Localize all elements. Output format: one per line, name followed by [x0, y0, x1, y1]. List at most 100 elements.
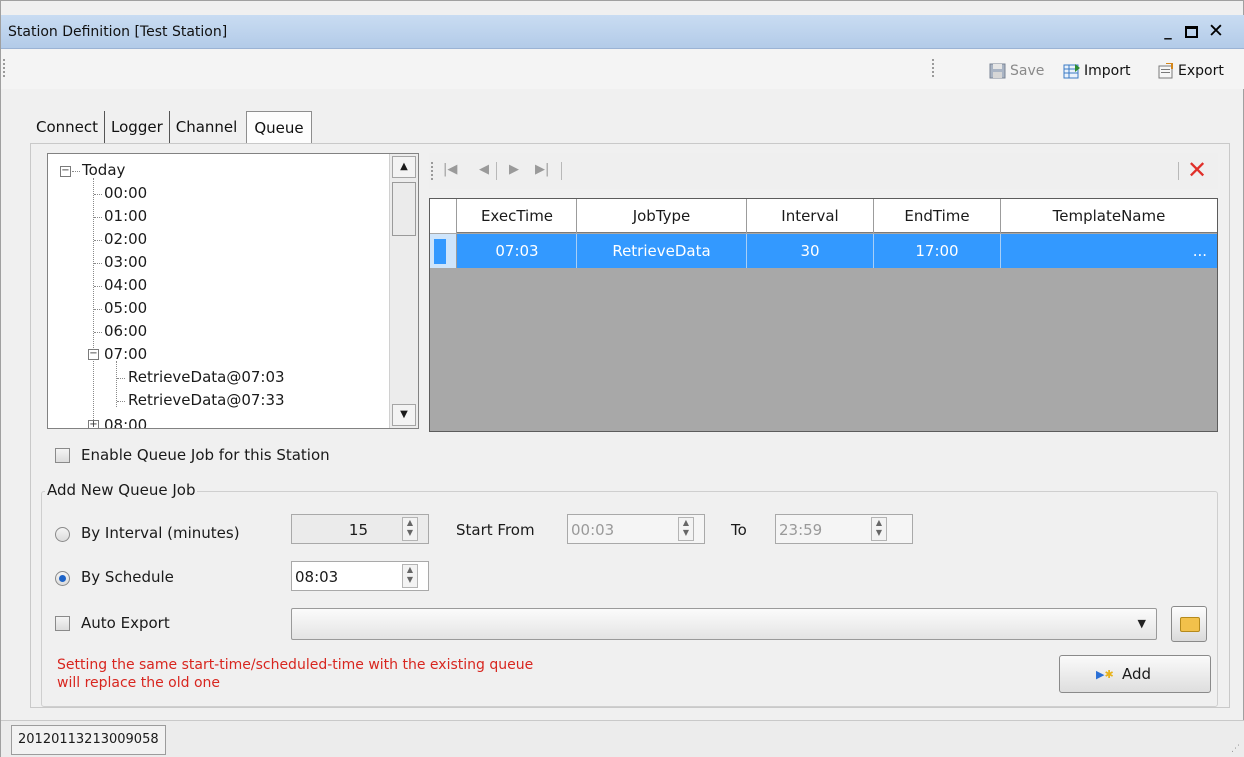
navigator-grip-icon[interactable]: [431, 162, 434, 180]
folder-icon: [1180, 617, 1200, 632]
collapse-icon[interactable]: −: [60, 166, 71, 177]
tab-strip: Connect Logger Channel Queue: [30, 111, 312, 144]
cell-interval[interactable]: 30: [747, 234, 874, 268]
tree-job-item[interactable]: RetrieveData@07:03: [128, 366, 285, 389]
to-time-stepper[interactable]: 23:59 ▲ ▼: [775, 514, 913, 544]
cell-exectime[interactable]: 07:03: [458, 234, 577, 268]
cell-endtime[interactable]: 17:00: [874, 234, 1001, 268]
add-label: Add: [1122, 665, 1152, 683]
import-icon: [1063, 63, 1080, 79]
tab-logger[interactable]: Logger: [105, 111, 170, 143]
cell-templatename-ellipsis-button[interactable]: ...: [1001, 234, 1217, 268]
import-button[interactable]: Import: [1063, 63, 1130, 79]
interval-minutes-value: 15: [348, 521, 368, 539]
collapse-icon[interactable]: −: [88, 349, 99, 360]
toolbar-grip-icon[interactable]: [3, 59, 6, 77]
tree-connector: [117, 378, 125, 379]
scroll-down-icon[interactable]: ▼: [392, 404, 416, 426]
add-button[interactable]: ▶✱ Add: [1059, 655, 1211, 693]
station-definition-window: Station Definition [Test Station] _ ✕ Sa…: [0, 0, 1244, 757]
enable-queue-checkbox[interactable]: [55, 448, 70, 463]
export-label: Export: [1178, 63, 1224, 79]
import-label: Import: [1084, 63, 1131, 79]
tree-hour-item[interactable]: 08:00: [104, 414, 147, 428]
toolbar-grip-icon[interactable]: [932, 59, 935, 77]
scroll-up-icon[interactable]: ▲: [392, 156, 416, 178]
tree-connector: [94, 194, 102, 195]
minimize-button[interactable]: _: [1158, 22, 1178, 42]
tab-queue[interactable]: Queue: [246, 111, 312, 144]
save-label: Save: [1010, 63, 1045, 79]
auto-export-template-select[interactable]: ▼: [291, 608, 1157, 640]
spin-updown-icon[interactable]: ▲ ▼: [871, 517, 887, 541]
tree-connector: [94, 240, 102, 241]
auto-export-checkbox[interactable]: [55, 616, 70, 631]
column-header-templatename[interactable]: TemplateName: [1001, 199, 1217, 233]
maximize-button[interactable]: [1181, 22, 1201, 42]
enable-queue-label: Enable Queue Job for this Station: [81, 446, 330, 464]
save-button[interactable]: Save: [989, 63, 1044, 79]
start-from-label: Start From: [456, 521, 535, 539]
tree-vertical-scrollbar[interactable]: ▲ ▼: [389, 154, 418, 428]
schedule-time-stepper[interactable]: 08:03 ▲ ▼: [291, 561, 429, 591]
window-title: Station Definition [Test Station]: [8, 24, 228, 40]
record-navigator: |◀ ◀ ▶ ▶| ✕: [429, 153, 1218, 189]
tree-hour-item[interactable]: 06:00: [104, 320, 147, 343]
by-interval-radio[interactable]: [55, 527, 70, 542]
title-bar[interactable]: Station Definition [Test Station] _ ✕: [1, 15, 1244, 49]
by-schedule-radio[interactable]: [55, 571, 70, 586]
table-row[interactable]: 07:03 RetrieveData 30 17:00 ...: [430, 234, 1217, 268]
tree-hour-item[interactable]: 04:00: [104, 274, 147, 297]
tree-connector: [94, 286, 102, 287]
expand-icon[interactable]: +: [88, 420, 99, 428]
auto-export-label: Auto Export: [81, 614, 170, 632]
column-header-interval[interactable]: Interval: [747, 199, 874, 233]
spin-updown-icon[interactable]: ▲ ▼: [402, 517, 418, 541]
header-indicator: [430, 199, 457, 233]
scroll-thumb[interactable]: [392, 182, 416, 236]
maximize-icon: [1184, 26, 1198, 38]
interval-minutes-stepper[interactable]: 15 ▲ ▼: [291, 514, 429, 544]
close-button[interactable]: ✕: [1206, 22, 1226, 42]
tree-root-today[interactable]: Today: [82, 159, 125, 182]
tree-hour-item[interactable]: 00:00: [104, 182, 147, 205]
to-label: To: [731, 521, 747, 539]
queue-grid[interactable]: ExecTime JobType Interval EndTime Templa…: [429, 198, 1218, 432]
column-header-jobtype[interactable]: JobType: [577, 199, 747, 233]
tree-connector: [72, 171, 80, 172]
toolbar: Save Import Export: [1, 49, 1244, 89]
column-header-endtime[interactable]: EndTime: [874, 199, 1001, 233]
tree-job-item[interactable]: RetrieveData@07:33: [128, 389, 285, 412]
add-queue-job-title: Add New Queue Job: [45, 481, 198, 499]
tab-channel[interactable]: Channel: [170, 111, 244, 143]
tree-hour-item[interactable]: 03:00: [104, 251, 147, 274]
tree-hour-item[interactable]: 01:00: [104, 205, 147, 228]
tree-hour-item[interactable]: 02:00: [104, 228, 147, 251]
tree-connector: [94, 217, 102, 218]
export-icon: [1157, 62, 1174, 79]
column-header-exectime[interactable]: ExecTime: [458, 199, 577, 233]
tree-hour-item-expanded[interactable]: 07:00: [104, 343, 147, 366]
next-record-icon[interactable]: ▶: [509, 162, 519, 177]
queue-tree[interactable]: − Today 00:00 01:00 02:00 03:00 04:00 05…: [47, 153, 419, 429]
spin-updown-icon[interactable]: ▲ ▼: [402, 564, 418, 588]
status-id: 20120113213009058: [11, 725, 166, 755]
tree-connector: [93, 178, 94, 428]
grid-header: ExecTime JobType Interval EndTime Templa…: [430, 199, 1217, 233]
spin-updown-icon[interactable]: ▲ ▼: [678, 517, 694, 541]
browse-folder-button[interactable]: [1171, 606, 1207, 642]
row-selector[interactable]: [430, 234, 457, 268]
last-record-icon[interactable]: ▶|: [535, 162, 549, 177]
tab-connect[interactable]: Connect: [30, 111, 106, 143]
cell-jobtype[interactable]: RetrieveData: [577, 234, 747, 268]
resize-grip-icon[interactable]: ⋰: [1231, 744, 1240, 754]
tree-hour-item[interactable]: 05:00: [104, 297, 147, 320]
delete-icon[interactable]: ✕: [1187, 156, 1207, 184]
previous-record-icon[interactable]: ◀: [479, 162, 489, 177]
warning-line-2: will replace the old one: [57, 675, 221, 691]
navigator-separator: [561, 162, 562, 180]
first-record-icon[interactable]: |◀: [443, 162, 457, 177]
to-time-value: 23:59: [779, 521, 823, 539]
export-button[interactable]: Export: [1157, 62, 1224, 79]
start-from-stepper[interactable]: 00:03 ▲ ▼: [567, 514, 705, 544]
